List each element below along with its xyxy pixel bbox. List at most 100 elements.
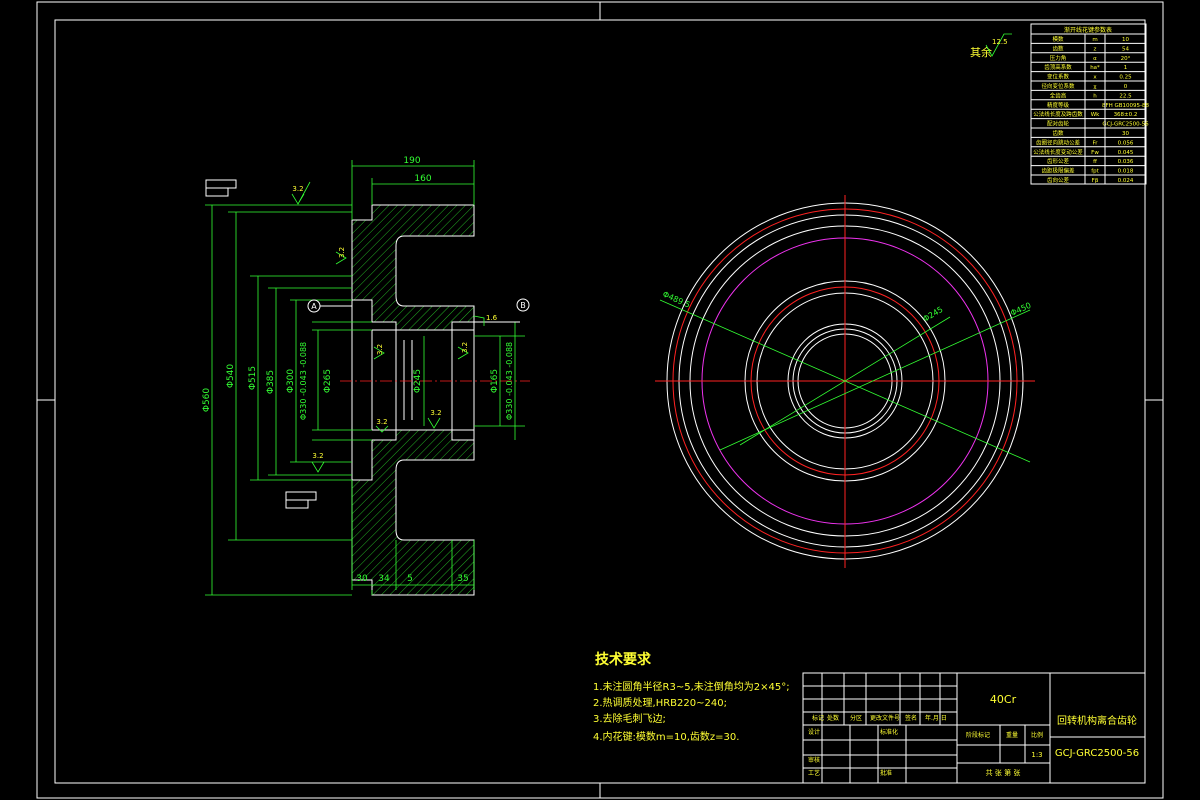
- param-name: 压力角: [1050, 54, 1067, 62]
- param-name: 公法线长度变动公差: [1033, 148, 1083, 156]
- svg-text:3.2: 3.2: [376, 344, 384, 355]
- dim-dia-330-tol: Φ330 -0.043 -0.088: [299, 342, 308, 420]
- param-value: 0.024: [1118, 178, 1134, 184]
- param-name: 齿距极限偏差: [1041, 167, 1075, 175]
- param-symbol: α: [1093, 56, 1097, 62]
- cad-drawing-sheet: 190 160 30 34 5 35 Φ560 Φ540 Φ515 Φ385 Φ…: [36, 1, 1164, 799]
- param-value: 20°: [1121, 56, 1131, 62]
- param-name: 齿数: [1052, 44, 1064, 52]
- drawing-number: GCJ-GRC2500-56: [1055, 748, 1139, 759]
- tech-req-item-1: 1.未注圆角半径R3~5,未注倒角均为2×45°;: [593, 680, 790, 693]
- svg-text:批准: 批准: [880, 769, 892, 777]
- tech-req-title: 技术要求: [595, 651, 652, 668]
- svg-text:年.月.日: 年.月.日: [925, 714, 947, 722]
- param-value: 8FH GB10095-88: [1102, 103, 1150, 109]
- param-value: 0.036: [1118, 159, 1134, 165]
- svg-text:更改文件号: 更改文件号: [870, 714, 900, 722]
- dim-dia-330-inner: Φ330 -0.043 -0.088: [505, 342, 514, 420]
- param-value: 54: [1122, 46, 1129, 52]
- dim-top-190: 190: [403, 156, 420, 166]
- param-symbol: ha*: [1090, 65, 1100, 71]
- param-name: 全齿高: [1050, 91, 1067, 99]
- section-view: 190 160 30 34 5 35 Φ560 Φ540 Φ515 Φ385 Φ…: [202, 156, 530, 596]
- dim-dia-265: Φ265: [323, 369, 333, 393]
- svg-text:设计: 设计: [808, 728, 820, 736]
- param-symbol: x: [1093, 75, 1097, 81]
- dim-dia-385: Φ385: [266, 370, 276, 394]
- param-symbol: Fr: [1092, 140, 1098, 146]
- circle-dim-450: Φ450: [1009, 301, 1032, 318]
- param-value: 0.056: [1118, 140, 1134, 146]
- param-value: 368±0.2: [1114, 112, 1138, 118]
- param-value: 22.5: [1119, 93, 1132, 99]
- param-value: 0.045: [1118, 150, 1134, 156]
- svg-text:审核: 审核: [808, 756, 820, 764]
- param-symbol: m: [1092, 37, 1097, 43]
- svg-text:其余: 其余: [970, 45, 992, 59]
- param-value: 0.018: [1118, 169, 1134, 175]
- param-name: 变位系数: [1047, 73, 1070, 81]
- svg-text:工艺: 工艺: [808, 769, 820, 777]
- param-name: 齿形公差: [1047, 157, 1070, 165]
- dim-dia-165: Φ165: [490, 369, 500, 393]
- svg-text:阶段标记: 阶段标记: [966, 731, 990, 739]
- dim-top-160: 160: [414, 174, 431, 184]
- dim-dia-560: Φ560: [202, 388, 212, 413]
- param-name: 径向变位系数: [1041, 82, 1075, 90]
- dim-bottom-30: 30: [356, 574, 368, 584]
- param-value: 0.25: [1119, 75, 1132, 81]
- svg-text:渐开线花键参数表: 渐开线花键参数表: [1064, 26, 1112, 34]
- technical-requirements: 技术要求 1.未注圆角半径R3~5,未注倒角均为2×45°; 2.热调质处理,H…: [593, 651, 790, 743]
- param-symbol: fpt: [1091, 169, 1099, 175]
- circle-dim-245: Φ245: [921, 305, 944, 324]
- svg-text:B: B: [520, 301, 526, 310]
- param-value: GCJ-GRC2500-56: [1102, 122, 1149, 128]
- svg-text:标准化: 标准化: [880, 728, 898, 736]
- title-block: 40Cr 回转机构离合齿轮 GCJ-GRC2500-56 1:3 阶段标记 重量…: [802, 672, 1146, 784]
- param-name: 齿顶高系数: [1044, 63, 1072, 71]
- svg-text:3.2: 3.2: [312, 452, 323, 460]
- section-upper-hatch: [351, 204, 475, 331]
- svg-text:3.2: 3.2: [430, 409, 441, 417]
- param-name: 齿向公差: [1047, 176, 1070, 184]
- circle-dim-489: Φ489.5: [661, 290, 691, 310]
- svg-text:3.2: 3.2: [338, 247, 346, 258]
- dim-bottom-34: 34: [378, 574, 390, 584]
- param-value: 1: [1124, 65, 1128, 71]
- tolerance-frame-top: [205, 179, 237, 189]
- param-value: 30: [1122, 131, 1129, 137]
- dim-bottom-35: 35: [457, 574, 468, 584]
- dim-dia-515: Φ515: [248, 366, 258, 390]
- parameter-table: 渐开线花键参数表 模数 m 10 齿数 z 54 压力角 α 20° 齿顶高系数 ha* 1 变位系数 x…: [1030, 23, 1150, 185]
- param-symbol: z: [1094, 46, 1097, 52]
- param-value: 10: [1122, 37, 1129, 43]
- general-roughness: 其余 12.5: [970, 33, 1012, 59]
- svg-text:比例: 比例: [1031, 731, 1043, 739]
- param-name: 精度等级: [1047, 101, 1070, 109]
- svg-text:3.2: 3.2: [292, 185, 303, 193]
- dim-dia-300: Φ300: [286, 369, 296, 394]
- svg-text:1.6: 1.6: [486, 314, 498, 322]
- param-symbol: Fw: [1091, 150, 1099, 156]
- param-symbol: Wk: [1091, 112, 1100, 118]
- section-lower-hatch: [351, 429, 475, 596]
- tech-req-item-2: 2.热调质处理,HRB220~240;: [593, 696, 727, 709]
- param-name: 配对齿轮: [1047, 120, 1070, 128]
- svg-text:A: A: [311, 302, 317, 311]
- param-name: 模数: [1052, 35, 1064, 43]
- dim-bottom-5: 5: [407, 574, 413, 584]
- dim-dia-245: Φ245: [413, 369, 423, 393]
- svg-text:处数: 处数: [827, 714, 839, 722]
- svg-text:重量: 重量: [1006, 731, 1018, 739]
- param-name: 齿数: [1052, 129, 1064, 137]
- dim-dia-540: Φ540: [226, 364, 236, 389]
- param-symbol: Fβ: [1092, 178, 1099, 184]
- param-name: 齿圈径向跳动公差: [1036, 138, 1081, 146]
- part-name: 回转机构离合齿轮: [1057, 714, 1137, 727]
- svg-text:12.5: 12.5: [992, 38, 1008, 46]
- scale-value: 1:3: [1031, 751, 1042, 759]
- param-symbol: χ: [1093, 84, 1097, 90]
- param-symbol: h: [1093, 93, 1097, 99]
- svg-text:标记: 标记: [812, 714, 824, 722]
- material: 40Cr: [990, 693, 1017, 706]
